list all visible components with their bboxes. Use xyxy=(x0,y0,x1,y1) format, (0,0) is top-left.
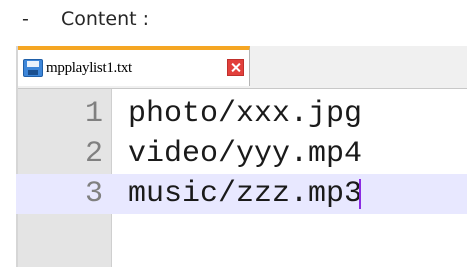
line-number: 2 xyxy=(84,137,103,171)
save-file-icon xyxy=(23,59,43,77)
content-heading: - Content : xyxy=(0,0,467,40)
line-text[interactable]: music/zzz.mp3 xyxy=(128,174,362,214)
close-icon[interactable] xyxy=(227,59,244,76)
text-editor: mpplaylist1.txt 1 photo/xxx.jpg 2 video/… xyxy=(16,46,467,267)
editor-line-1[interactable]: 1 photo/xxx.jpg xyxy=(16,94,467,134)
heading-text: Content : xyxy=(61,8,150,30)
file-tab[interactable]: mpplaylist1.txt xyxy=(18,46,250,86)
text-caret xyxy=(359,179,361,209)
tab-bar: mpplaylist1.txt xyxy=(18,46,467,89)
line-text[interactable]: video/yyy.mp4 xyxy=(128,134,362,174)
editor-line-3[interactable]: 3 music/zzz.mp3 xyxy=(16,174,467,214)
line-text[interactable]: photo/xxx.jpg xyxy=(128,94,362,134)
line-number: 3 xyxy=(84,177,103,211)
editor-line-2[interactable]: 2 video/yyy.mp4 xyxy=(16,134,467,174)
bullet-dash: - xyxy=(22,8,29,30)
tab-filename: mpplaylist1.txt xyxy=(46,60,132,76)
line-number: 1 xyxy=(84,97,103,131)
